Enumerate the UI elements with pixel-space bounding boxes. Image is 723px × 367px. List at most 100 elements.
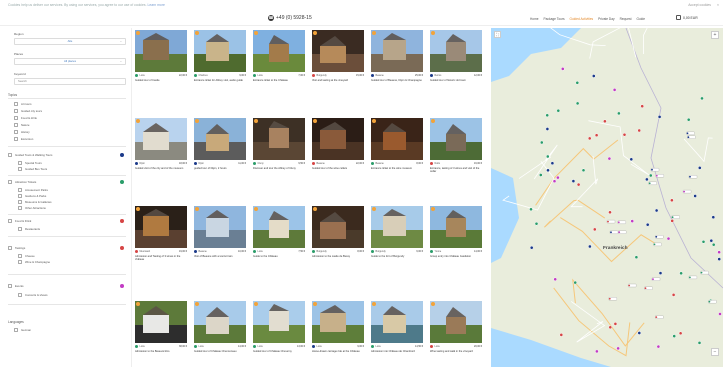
- accept-cookies-button[interactable]: Accept cookies: [688, 3, 711, 7]
- close-icon[interactable]: ×: [717, 3, 719, 7]
- activity-photo[interactable]: [430, 206, 482, 248]
- map-marker[interactable]: [588, 244, 592, 249]
- map-marker[interactable]: [556, 108, 561, 113]
- nav-guide[interactable]: Guide: [636, 17, 645, 21]
- nav-private-day[interactable]: Private Day: [598, 17, 614, 21]
- activity-photo[interactable]: [312, 301, 364, 343]
- activity-photo[interactable]: [312, 206, 364, 248]
- map-marker[interactable]: [545, 154, 550, 159]
- map-marker[interactable]: [709, 238, 714, 243]
- activity-title[interactable]: Guided tour of Beaune, Dijon & Champagne: [371, 79, 423, 82]
- map-canvas[interactable]: [491, 28, 723, 367]
- map-marker[interactable]: [678, 331, 683, 336]
- activity-photo[interactable]: [253, 118, 305, 160]
- map-cluster-marker[interactable]: [700, 270, 709, 275]
- map-marker[interactable]: [550, 161, 555, 166]
- activity-card[interactable]: Beaune 25,00 € Guided tour of Beaune, Dijo…: [371, 30, 423, 86]
- nav-home[interactable]: Home: [530, 17, 539, 21]
- map-marker[interactable]: [645, 177, 649, 182]
- map-marker[interactable]: [686, 117, 691, 122]
- map-marker[interactable]: [717, 250, 721, 255]
- map-marker[interactable]: [693, 194, 697, 198]
- activity-title[interactable]: Guided tour of the wine cellars: [312, 167, 364, 170]
- nav-request[interactable]: Request: [620, 17, 632, 21]
- favorite-badge-icon[interactable]: [431, 31, 435, 35]
- map-cluster-marker[interactable]: [608, 297, 617, 301]
- activity-card[interactable]: Chartres 9,00 € Entrance ticket for Abbey …: [194, 30, 246, 86]
- map-marker[interactable]: [679, 271, 683, 276]
- map-marker[interactable]: [670, 198, 674, 203]
- map-marker[interactable]: [546, 168, 550, 173]
- favorite-badge-icon[interactable]: [313, 302, 317, 306]
- activity-card[interactable]: Beaune 8,00 € Entrance ticket to the wine …: [371, 118, 423, 174]
- activity-title[interactable]: Discover and tour the Abbey of Cluny: [253, 167, 305, 170]
- favorite-badge-icon[interactable]: [195, 302, 199, 306]
- activity-card[interactable]: Meursault 19,00 € Admission and Tasting of…: [135, 206, 187, 262]
- activity-title[interactable]: Wine tasting and walk in the vineyard: [430, 350, 482, 353]
- favorite-badge-icon[interactable]: [372, 207, 376, 211]
- activity-card[interactable]: Beaune 10,00 € Visit of Beaune with a tour…: [194, 206, 246, 262]
- map-cluster-marker[interactable]: [628, 283, 637, 288]
- map-marker[interactable]: [612, 88, 617, 92]
- map-cluster-marker[interactable]: [617, 220, 626, 224]
- map-cluster-marker[interactable]: [688, 275, 698, 280]
- activity-title[interactable]: Entrance ticket for Abbey visit, audio g…: [194, 79, 246, 82]
- map-cluster-marker[interactable]: [651, 277, 661, 281]
- map-marker[interactable]: [711, 215, 716, 220]
- subcategory-checkbox[interactable]: Other Attractions: [18, 206, 46, 210]
- map-cluster-marker[interactable]: [606, 219, 616, 224]
- subcategory-checkbox[interactable]: Special Tours: [18, 161, 42, 165]
- map-marker[interactable]: [645, 222, 650, 227]
- activity-title[interactable]: Guided tour of Château Cheverny: [253, 350, 305, 353]
- category-checkbox-food[interactable]: Food & Drink: [8, 219, 31, 223]
- activity-photo[interactable]: [135, 206, 187, 248]
- map-marker[interactable]: [556, 175, 560, 180]
- activity-title[interactable]: Horse-drawn carriage ride at the Château: [312, 350, 364, 353]
- map-marker[interactable]: [630, 219, 635, 223]
- favorite-badge-icon[interactable]: [372, 119, 376, 123]
- map-cluster-marker[interactable]: [655, 315, 664, 319]
- favorite-badge-icon[interactable]: [313, 119, 317, 123]
- subcategory-checkbox[interactable]: Guided Bus Tours: [18, 167, 47, 171]
- map-marker[interactable]: [591, 74, 596, 78]
- map-marker[interactable]: [559, 333, 564, 337]
- subcategory-checkbox[interactable]: Museums & Galleries: [18, 200, 52, 204]
- category-checkbox-guided-tours[interactable]: Guided Tours & Walking Tours: [8, 153, 52, 157]
- map-marker[interactable]: [573, 280, 578, 285]
- map-marker[interactable]: [617, 111, 621, 116]
- cart-button[interactable]: 0,00 EUR: [676, 15, 698, 20]
- map-cluster-marker[interactable]: [708, 300, 717, 304]
- activity-photo[interactable]: [135, 30, 187, 72]
- activity-card[interactable]: Loire 7,00 € Entrance ticket to the Châtea…: [253, 30, 305, 86]
- favorite-badge-icon[interactable]: [195, 31, 199, 35]
- map-marker[interactable]: [608, 325, 613, 330]
- activity-photo[interactable]: [371, 206, 423, 248]
- activity-card[interactable]: Burgundy 15,00 € Visit and tasting at the …: [312, 30, 364, 86]
- map-marker[interactable]: [622, 132, 627, 137]
- activity-photo[interactable]: [194, 30, 246, 72]
- activity-photo[interactable]: [312, 30, 364, 72]
- activity-card[interactable]: Beaune 22,00 € Guided tour of the wine cel…: [312, 118, 364, 174]
- activity-card[interactable]: Cluny 9,50 € Discover and tour the Abbey o…: [253, 118, 305, 174]
- map-marker[interactable]: [640, 104, 645, 109]
- activity-title[interactable]: Guided visit of the city and of the muse…: [135, 167, 187, 170]
- activity-photo[interactable]: [194, 118, 246, 160]
- activity-card[interactable]: Reims 12,00 € Guided tour of historic old …: [430, 30, 482, 86]
- map-marker[interactable]: [571, 179, 576, 183]
- map-marker[interactable]: [592, 227, 597, 232]
- map-marker[interactable]: [553, 277, 558, 282]
- map-marker[interactable]: [656, 344, 661, 349]
- language-checkbox[interactable]: German: [14, 328, 31, 332]
- activity-card[interactable]: Loire 14,00 € Guided tour of Château Cheno…: [194, 301, 246, 357]
- activity-title[interactable]: Admission to the Beauval Zoo: [135, 350, 187, 353]
- map-marker[interactable]: [711, 242, 716, 247]
- activity-photo[interactable]: [194, 206, 246, 248]
- favorite-badge-icon[interactable]: [136, 302, 140, 306]
- favorite-badge-icon[interactable]: [254, 31, 258, 35]
- activity-photo[interactable]: [371, 30, 423, 72]
- activity-photo[interactable]: [430, 118, 482, 160]
- topic-checkbox[interactable]: Food & drink: [14, 116, 37, 120]
- map-cluster-marker[interactable]: [671, 215, 680, 219]
- favorite-badge-icon[interactable]: [431, 119, 435, 123]
- activity-photo[interactable]: [253, 301, 305, 343]
